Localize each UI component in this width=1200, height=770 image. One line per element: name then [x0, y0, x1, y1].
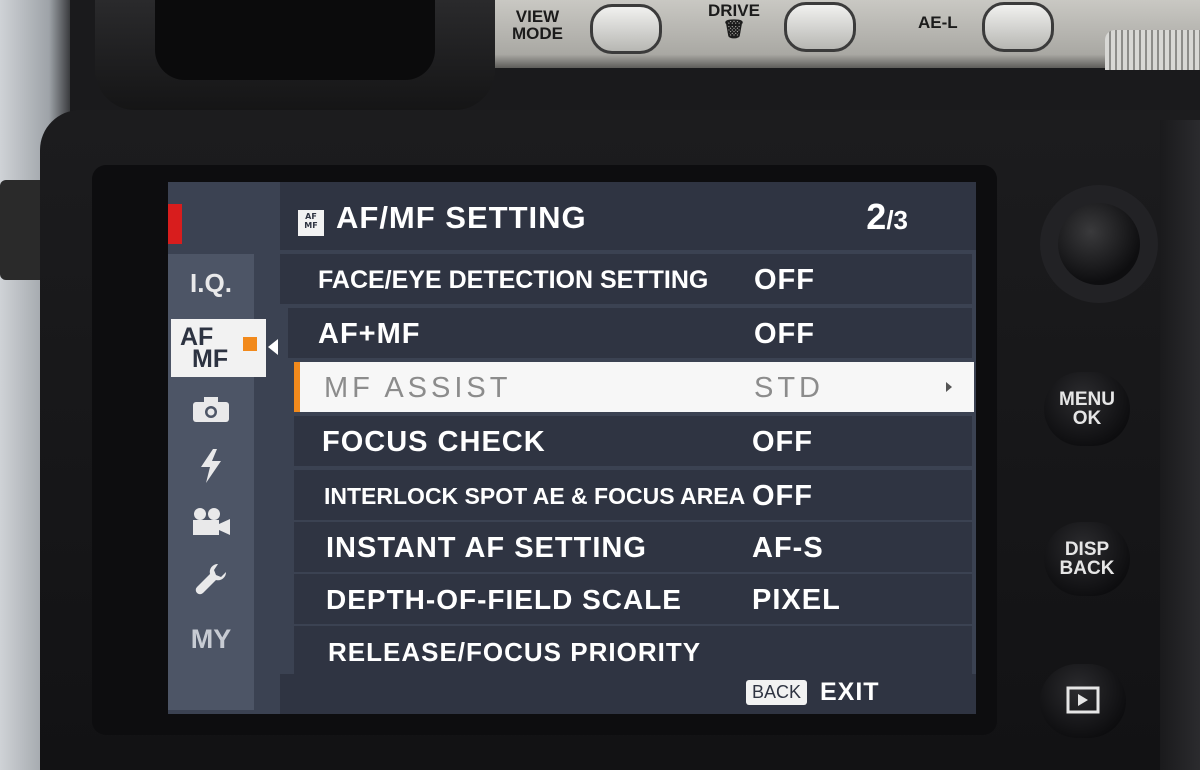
drive-button[interactable]: [784, 2, 856, 52]
menu-item-focus-check[interactable]: FOCUS CHECK OFF: [294, 416, 972, 466]
movie-camera-icon: [193, 508, 230, 535]
menu-item-value: OFF: [754, 264, 815, 296]
command-dial[interactable]: [1105, 30, 1200, 70]
ae-l-button[interactable]: [982, 2, 1054, 52]
disp-back-button[interactable]: DISP BACK: [1044, 522, 1130, 596]
menu-footer: BACK EXIT: [280, 674, 976, 714]
submenu-arrow-icon: [946, 382, 952, 392]
viewfinder-housing: [95, 0, 495, 110]
sidebar-item-movie[interactable]: [168, 507, 254, 542]
wrench-icon: [195, 563, 227, 595]
menu-item-depth-of-field-scale[interactable]: DEPTH-OF-FIELD SCALE PIXEL: [294, 574, 972, 624]
selection-bar: [294, 362, 300, 412]
menu-item-label: FACE/EYE DETECTION SETTING: [318, 266, 709, 294]
menu-item-value: OFF: [752, 480, 813, 512]
camera-grip: [1160, 120, 1200, 770]
exit-label[interactable]: EXIT: [820, 678, 880, 707]
af-mf-icon: AF MF: [298, 210, 324, 236]
drive-label: DRIVE 🗑: [708, 1, 760, 39]
active-marker: [243, 337, 257, 351]
menu-item-label: DEPTH-OF-FIELD SCALE: [326, 584, 682, 615]
menu-item-label: INSTANT AF SETTING: [326, 532, 647, 564]
menu-item-label: MF ASSIST: [324, 372, 512, 404]
camera-icon: [193, 397, 229, 422]
menu-header: AF MF AF/MF SETTING 2/3: [280, 182, 976, 250]
sidebar-item-my-menu[interactable]: MY: [168, 624, 254, 655]
play-icon: [1066, 686, 1100, 714]
menu-item-af-mf[interactable]: AF+MF OFF: [288, 308, 972, 358]
view-mode-label: VIEW MODE: [512, 7, 563, 43]
viewfinder-eyecup: [155, 0, 435, 80]
menu-item-instant-af[interactable]: INSTANT AF SETTING AF-S: [294, 522, 972, 572]
menu-ok-button[interactable]: MENU OK: [1044, 372, 1130, 446]
menu-item-release-focus-priority[interactable]: RELEASE/FOCUS PRIORITY: [294, 626, 972, 676]
lcd-screen: I.Q. MY AF MF AF MF AF/MF SETTING 2/3 FA…: [168, 182, 976, 714]
sidebar-item-shooting[interactable]: [168, 396, 254, 429]
sidebar-item-flash[interactable]: [168, 449, 254, 488]
menu-item-face-eye-detection[interactable]: FACE/EYE DETECTION SETTING OFF: [280, 254, 972, 304]
sidebar-item-setup[interactable]: [168, 562, 254, 601]
menu-item-value: OFF: [754, 318, 815, 350]
menu-item-interlock-spot-ae[interactable]: INTERLOCK SPOT AE & FOCUS AREA OFF: [294, 470, 972, 520]
trash-icon: 🗑: [722, 19, 746, 39]
focus-lever-joystick[interactable]: [1058, 203, 1140, 285]
flash-icon: [201, 449, 221, 483]
playback-button[interactable]: [1040, 664, 1126, 738]
sidebar-item-image-quality[interactable]: I.Q.: [168, 268, 254, 299]
page-indicator: 2/3: [866, 196, 908, 237]
menu-item-value: AF-S: [752, 532, 824, 564]
menu-item-value: STD: [754, 372, 824, 404]
menu-item-label: AF+MF: [318, 318, 421, 350]
view-mode-button[interactable]: [590, 4, 662, 54]
menu-item-label: FOCUS CHECK: [322, 426, 546, 458]
page-title: AF/MF SETTING: [336, 200, 587, 235]
menu-item-label: INTERLOCK SPOT AE & FOCUS AREA: [324, 483, 746, 509]
menu-item-mf-assist[interactable]: MF ASSIST STD: [294, 362, 974, 412]
menu-item-value: PIXEL: [752, 584, 841, 616]
sidebar-item-af-mf[interactable]: AF MF: [171, 319, 266, 377]
menu-item-label: RELEASE/FOCUS PRIORITY: [328, 637, 702, 667]
back-key-icon: BACK: [746, 680, 808, 705]
menu-item-value: OFF: [752, 426, 813, 458]
recording-indicator: [168, 204, 182, 244]
active-pointer-icon: [268, 339, 278, 355]
ae-l-label: AE-L: [918, 13, 958, 32]
